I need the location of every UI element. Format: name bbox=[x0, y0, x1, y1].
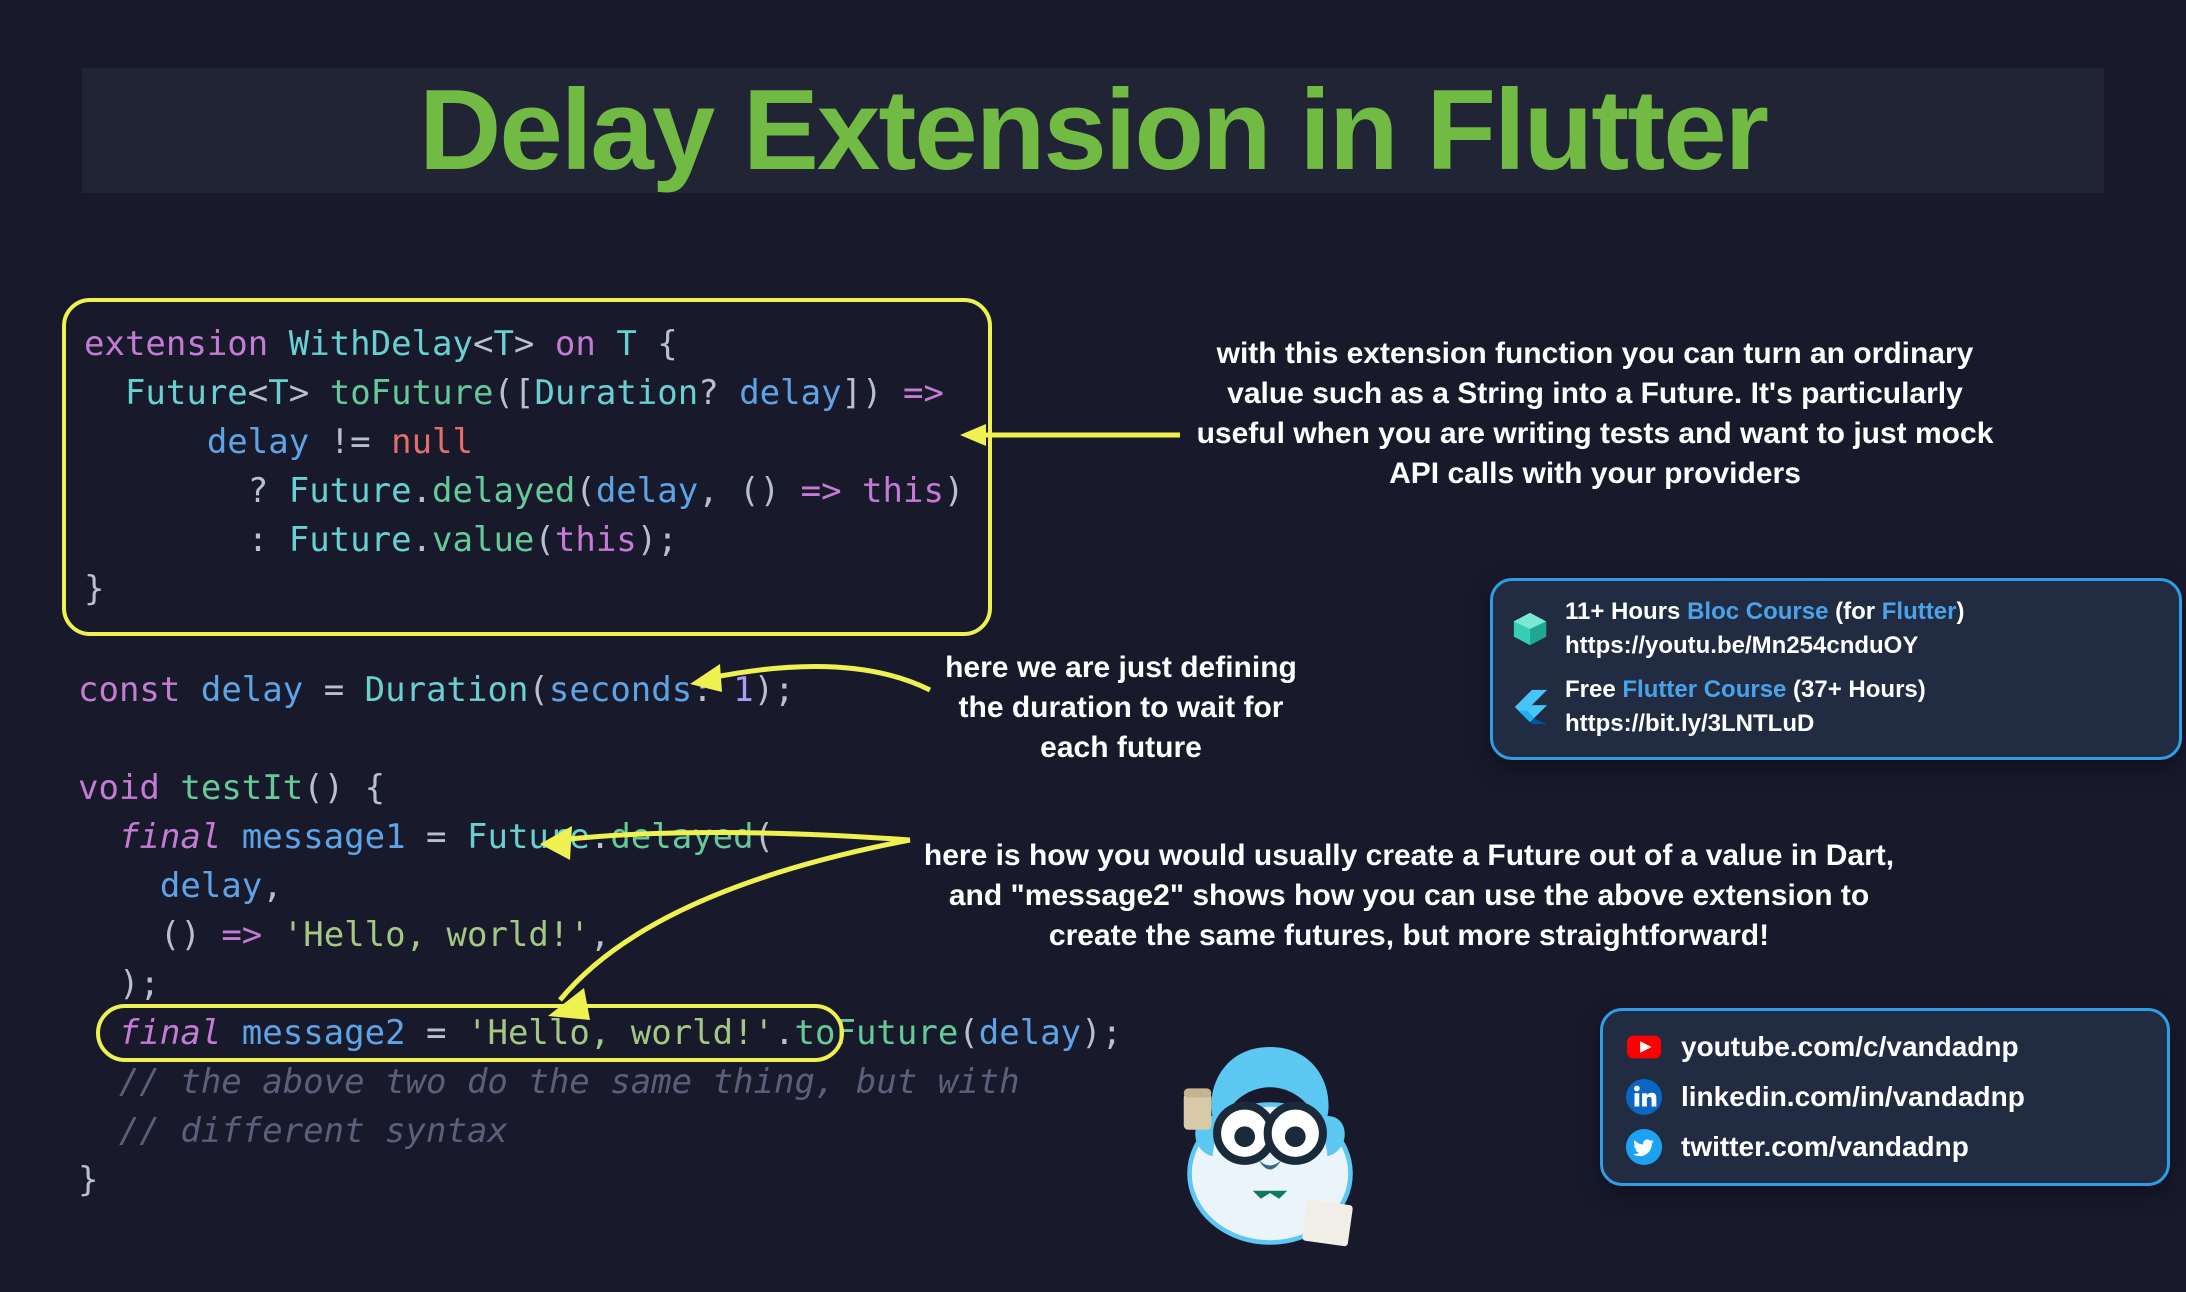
kw-const: const bbox=[78, 670, 180, 710]
fn-testit: testIt bbox=[180, 768, 303, 808]
comment-line-1: // the above two do the same thing, but … bbox=[119, 1062, 1020, 1102]
course-row-bloc: 11+ Hours Bloc Course (for Flutter) http… bbox=[1511, 595, 2161, 663]
comment-line-2: // different syntax bbox=[119, 1111, 508, 1151]
flutter-course-link[interactable]: Flutter Course bbox=[1622, 676, 1786, 703]
title-bar: Delay Extension in Flutter bbox=[82, 68, 2104, 193]
kw-extension: extension bbox=[84, 324, 268, 364]
annotation-extension: with this extension function you can tur… bbox=[1190, 334, 2000, 494]
flutter-logo-icon bbox=[1511, 688, 1549, 726]
fn-delayed: delayed bbox=[432, 471, 575, 511]
arrow-to-const bbox=[680, 640, 940, 720]
fn-value: value bbox=[432, 520, 534, 560]
social-links-box: youtube.com/c/vandadnp linkedin.com/in/v… bbox=[1600, 1008, 2170, 1186]
annotation-message2: here is how you would usually create a F… bbox=[904, 836, 1914, 956]
bloc-cube-icon bbox=[1511, 610, 1549, 648]
linkedin-icon bbox=[1625, 1078, 1663, 1116]
fn-tofuture: toFuture bbox=[330, 373, 494, 413]
course-promo-box: 11+ Hours Bloc Course (for Flutter) http… bbox=[1490, 578, 2182, 760]
flutter-url[interactable]: https://bit.ly/3LNTLuD bbox=[1565, 710, 1814, 737]
social-linkedin[interactable]: linkedin.com/in/vandadnp bbox=[1625, 1077, 2145, 1117]
type-t: T bbox=[493, 324, 513, 364]
bloc-course-link[interactable]: Bloc Course bbox=[1687, 598, 1828, 625]
kw-this: this bbox=[862, 471, 944, 511]
param-delay: delay bbox=[739, 373, 841, 413]
twitter-icon bbox=[1625, 1128, 1663, 1166]
kw-void: void bbox=[78, 768, 160, 808]
type-future: Future bbox=[125, 373, 248, 413]
kw-null: null bbox=[391, 422, 473, 462]
youtube-text: youtube.com/c/vandadnp bbox=[1681, 1027, 2019, 1067]
kw-on: on bbox=[555, 324, 596, 364]
kw-final: final bbox=[119, 817, 221, 857]
bloc-url[interactable]: https://youtu.be/Mn254cnduOY bbox=[1565, 632, 1918, 659]
course-row-flutter: Free Flutter Course (37+ Hours) https://… bbox=[1511, 673, 2161, 741]
dash-mascot-icon bbox=[1155, 1024, 1385, 1254]
annotation-duration: here we are just defining the duration t… bbox=[926, 648, 1316, 768]
youtube-icon bbox=[1625, 1028, 1663, 1066]
arg-seconds: seconds bbox=[549, 670, 692, 710]
arrow-to-usage bbox=[500, 820, 920, 1040]
var-delay: delay bbox=[201, 670, 303, 710]
twitter-text: twitter.com/vandadnp bbox=[1681, 1127, 1969, 1167]
arrow-to-extension bbox=[960, 420, 1190, 460]
social-twitter[interactable]: twitter.com/vandadnp bbox=[1625, 1127, 2145, 1167]
social-youtube[interactable]: youtube.com/c/vandadnp bbox=[1625, 1027, 2145, 1067]
linkedin-text: linkedin.com/in/vandadnp bbox=[1681, 1077, 2025, 1117]
ext-name: WithDelay bbox=[289, 324, 473, 364]
code-extension-block: extension WithDelay<T> on T { Future<T> … bbox=[62, 298, 992, 636]
var-message1: message1 bbox=[242, 817, 406, 857]
page-title: Delay Extension in Flutter bbox=[419, 65, 1767, 196]
type-duration: Duration bbox=[534, 373, 698, 413]
